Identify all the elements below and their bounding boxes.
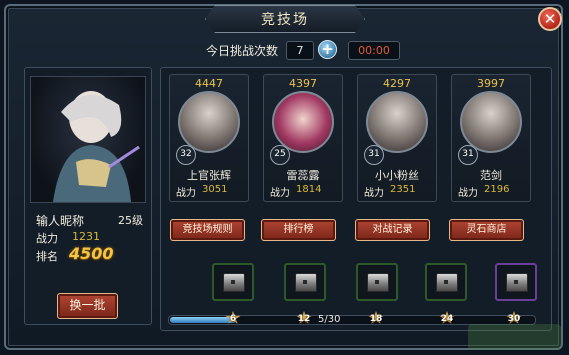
opponent-power-label: 战力	[458, 188, 478, 199]
male-hero-avatar-icon	[178, 91, 240, 153]
close-button[interactable]: ✕	[538, 7, 562, 31]
add-challenge-button[interactable]: +	[318, 40, 337, 59]
opponent-card[interactable]: 4397 25 雷蕊露 战力 1814	[263, 74, 343, 202]
milestone-value: 30	[507, 314, 521, 324]
player-power-value: 1231	[72, 230, 100, 243]
opponent-card[interactable]: 3997 31 范剑 战力 2196	[451, 74, 531, 202]
male-hero-avatar-icon	[366, 91, 428, 153]
opponent-card[interactable]: 4297 31 小小粉丝 战力 2351	[357, 74, 437, 202]
player-rank-value: 4500	[69, 244, 114, 263]
opponent-level-badge: 32	[176, 145, 196, 165]
opponent-power-value: 3051	[202, 184, 228, 195]
milestone-value: 18	[369, 314, 383, 324]
opponent-power-value: 2351	[390, 184, 416, 195]
opponent-name: 范剑	[480, 169, 502, 182]
opponent-power-label: 战力	[364, 188, 384, 199]
reward-chest[interactable]	[212, 263, 254, 301]
player-rank-label: 排名	[36, 250, 58, 263]
opponent-power-value: 1814	[296, 184, 322, 195]
reward-chest[interactable]	[425, 263, 467, 301]
challenge-count-label: 今日挑战次数	[206, 44, 279, 58]
treasure-chest-icon	[223, 273, 245, 292]
opponent-level-badge: 31	[364, 145, 384, 165]
opponent-level-badge: 31	[458, 145, 478, 165]
opponent-top-power: 3997	[477, 77, 505, 90]
watermark	[468, 324, 561, 350]
opponent-top-power: 4447	[195, 77, 223, 90]
treasure-chest-icon	[436, 273, 458, 292]
male-hero-avatar-icon	[460, 91, 522, 153]
opponent-power-label: 战力	[270, 188, 290, 199]
opponent-power-label: 战力	[176, 188, 196, 199]
milestone-value: 24	[440, 314, 454, 324]
treasure-chest-icon	[295, 273, 317, 292]
reward-progress-text: 5/30	[318, 314, 341, 325]
reward-chest[interactable]	[284, 263, 326, 301]
reward-chest[interactable]	[495, 263, 537, 301]
opponent-name: 小小粉丝	[375, 169, 419, 182]
refresh-opponents-button[interactable]: 换一批	[57, 293, 118, 319]
spirit-stone-shop-button[interactable]: 灵石商店	[449, 219, 524, 241]
opponent-name: 上官张辉	[187, 169, 231, 182]
window-title: 竞技场	[205, 5, 365, 33]
player-portrait	[30, 76, 146, 203]
opponent-top-power: 4397	[289, 77, 317, 90]
player-power-label: 战力	[36, 232, 58, 245]
opponent-power-value: 2196	[484, 184, 510, 195]
challenge-timer: 00:00	[348, 41, 400, 60]
opponent-name: 雷蕊露	[286, 169, 320, 182]
reward-chest[interactable]	[356, 263, 398, 301]
opponent-card[interactable]: 4447 32 上官张辉 战力 3051	[169, 74, 249, 202]
female-hero-avatar-icon	[272, 91, 334, 153]
hero-portrait-icon	[53, 91, 140, 202]
opponent-level-badge: 25	[270, 145, 290, 165]
player-level: 25级	[118, 214, 143, 227]
leaderboard-button[interactable]: 排行榜	[261, 219, 336, 241]
challenge-count-value: 7	[286, 41, 314, 60]
treasure-chest-icon	[367, 273, 389, 292]
milestone-value: 6	[229, 314, 237, 324]
milestone-value: 12	[297, 314, 311, 324]
treasure-chest-icon	[506, 273, 528, 292]
player-name[interactable]: 输人昵称	[36, 212, 84, 229]
arena-rules-button[interactable]: 竞技场规则	[170, 219, 245, 241]
battle-log-button[interactable]: 对战记录	[355, 219, 430, 241]
opponent-top-power: 4297	[383, 77, 411, 90]
